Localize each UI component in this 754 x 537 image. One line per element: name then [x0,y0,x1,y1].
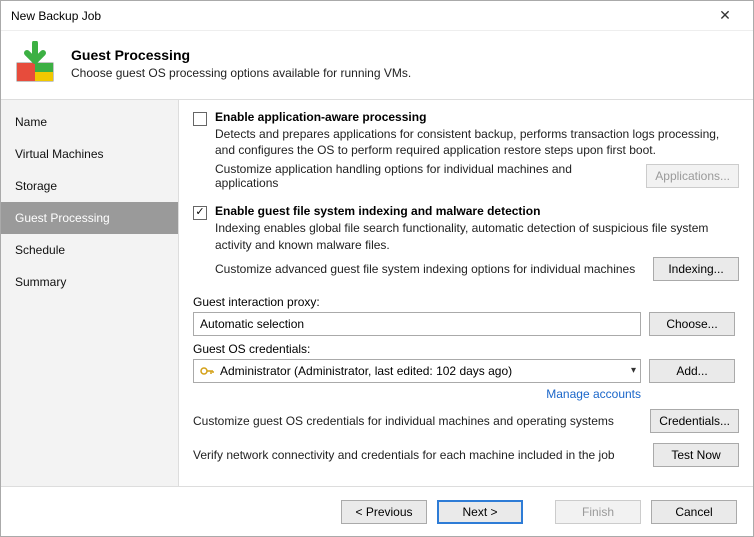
sidebar-item-name[interactable]: Name [1,106,178,138]
window-title: New Backup Job [11,9,705,23]
indexing-customize-label: Customize advanced guest file system ind… [215,262,645,276]
titlebar: New Backup Job ✕ [1,1,753,31]
section-app-aware: Enable application-aware processing Dete… [193,110,739,196]
verify-label: Verify network connectivity and credenti… [193,448,645,462]
creds-label: Guest OS credentials: [193,342,739,356]
checkbox-indexing[interactable] [193,206,207,220]
page-header: Guest Processing Choose guest OS process… [1,31,753,99]
app-aware-title: Enable application-aware processing [215,110,739,124]
wizard-sidebar: Name Virtual Machines Storage Guest Proc… [1,100,179,486]
checkbox-app-aware[interactable] [193,112,207,126]
indexing-title: Enable guest file system indexing and ma… [215,204,739,218]
manage-accounts-link[interactable]: Manage accounts [193,387,641,401]
content-pane: Enable application-aware processing Dete… [179,100,753,486]
next-button[interactable]: Next > [437,500,523,524]
creds-select[interactable]: Administrator (Administrator, last edite… [193,359,641,383]
applications-button: Applications... [646,164,739,188]
proxy-input[interactable]: Automatic selection [193,312,641,336]
close-button[interactable]: ✕ [705,2,745,30]
finish-button: Finish [555,500,641,524]
creds-customize-label: Customize guest OS credentials for indiv… [193,414,642,428]
sidebar-item-schedule[interactable]: Schedule [1,234,178,266]
close-icon: ✕ [719,7,731,24]
chevron-down-icon: ▾ [631,365,636,376]
section-body-app-aware: Enable application-aware processing Dete… [215,110,739,196]
proxy-value: Automatic selection [200,317,304,331]
test-now-button[interactable]: Test Now [653,443,739,467]
app-aware-desc: Detects and prepares applications for co… [215,126,739,158]
sidebar-item-summary[interactable]: Summary [1,266,178,298]
dialog-window: New Backup Job ✕ Guest Processing Choose… [0,0,754,537]
choose-proxy-button[interactable]: Choose... [649,312,735,336]
app-aware-customize-label: Customize application handling options f… [215,162,638,190]
sidebar-item-guest-processing[interactable]: Guest Processing [1,202,178,234]
previous-button[interactable]: < Previous [341,500,427,524]
add-creds-button[interactable]: Add... [649,359,735,383]
cancel-button[interactable]: Cancel [651,500,737,524]
credentials-button[interactable]: Credentials... [650,409,739,433]
page-subtitle: Choose guest OS processing options avail… [71,66,411,80]
page-title: Guest Processing [71,47,411,63]
section-indexing: Enable guest file system indexing and ma… [193,204,739,286]
header-text: Guest Processing Choose guest OS process… [71,47,411,80]
sidebar-item-virtual-machines[interactable]: Virtual Machines [1,138,178,170]
proxy-label: Guest interaction proxy: [193,295,739,309]
key-icon [200,364,214,378]
wizard-button-bar: < Previous Next > Finish Cancel [1,486,753,536]
guest-processing-icon [13,41,57,85]
dialog-body: Name Virtual Machines Storage Guest Proc… [1,99,753,486]
indexing-desc: Indexing enables global file search func… [215,220,739,252]
indexing-button[interactable]: Indexing... [653,257,739,281]
section-body-indexing: Enable guest file system indexing and ma… [215,204,739,286]
creds-value: Administrator (Administrator, last edite… [220,364,625,378]
sidebar-item-storage[interactable]: Storage [1,170,178,202]
